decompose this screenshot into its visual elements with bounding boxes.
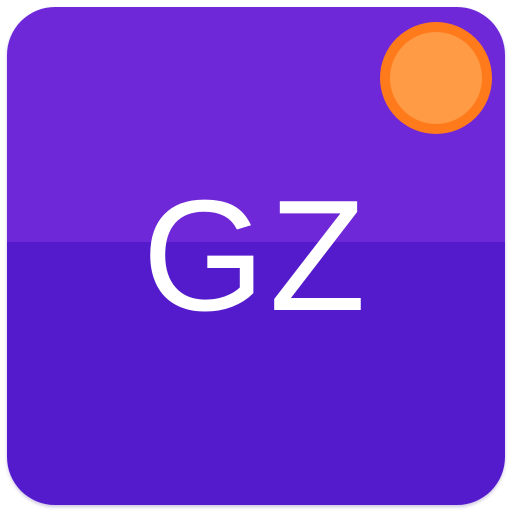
icon-canvas: GZ bbox=[0, 0, 512, 512]
notification-badge-icon bbox=[380, 22, 492, 134]
notification-badge-core bbox=[390, 32, 482, 124]
